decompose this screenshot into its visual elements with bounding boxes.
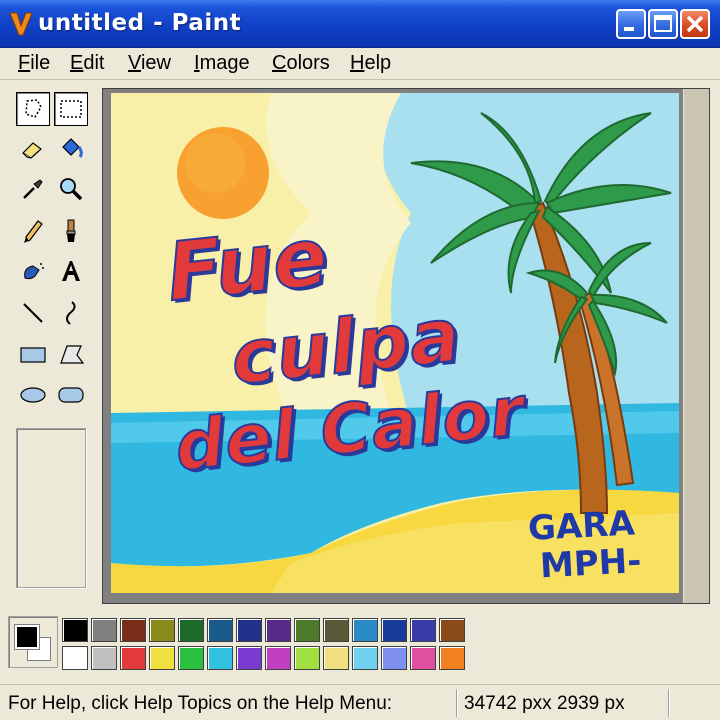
palette-swatch[interactable]	[91, 646, 117, 670]
text-icon	[62, 261, 80, 281]
paint-app-icon	[9, 12, 33, 36]
palette-swatch[interactable]	[149, 646, 175, 670]
tool-ellipse[interactable]	[16, 378, 50, 412]
menu-colors[interactable]: Colors	[272, 52, 330, 75]
palette-swatch[interactable]	[236, 618, 262, 642]
line-icon	[23, 303, 43, 323]
current-colors[interactable]	[8, 616, 58, 668]
minimize-button[interactable]	[616, 9, 646, 39]
palette-swatch[interactable]	[410, 618, 436, 642]
tool-select[interactable]	[54, 92, 88, 126]
airbrush-icon	[24, 263, 44, 280]
artist-signature: GARA MPH-	[527, 503, 643, 587]
palette-swatch[interactable]	[352, 646, 378, 670]
palette-swatch[interactable]	[91, 618, 117, 642]
palette-swatch[interactable]	[352, 618, 378, 642]
curve-icon	[66, 301, 76, 325]
menu-image[interactable]: Image	[194, 52, 250, 75]
status-coordinates: 34742 pxx 2939 px	[464, 693, 625, 714]
tool-polygon[interactable]	[54, 338, 88, 372]
palette-swatch[interactable]	[207, 618, 233, 642]
tool-text[interactable]	[54, 254, 88, 288]
tool-pick-color[interactable]	[16, 172, 50, 206]
palette-swatch[interactable]	[120, 646, 146, 670]
status-help-text: For Help, click Help Topics on the Help …	[8, 693, 393, 714]
close-button[interactable]	[680, 9, 710, 39]
color-palette	[6, 614, 714, 674]
status-bar: For Help, click Help Topics on the Help …	[0, 684, 720, 720]
foreground-color-swatch	[14, 624, 40, 650]
menu-edit[interactable]: Edit	[70, 52, 104, 75]
palette-swatch[interactable]	[265, 618, 291, 642]
palette-swatch[interactable]	[178, 646, 204, 670]
tool-eraser[interactable]	[16, 132, 50, 166]
tool-magnifier[interactable]	[54, 172, 88, 206]
status-separator	[456, 689, 458, 717]
window-title: untitled - Paint	[38, 10, 242, 36]
palette-swatch[interactable]	[236, 646, 262, 670]
fill-bucket-icon	[62, 138, 83, 158]
toolbox	[8, 88, 96, 600]
menu-help[interactable]: Help	[350, 52, 391, 75]
palette-swatch[interactable]	[439, 618, 465, 642]
polygon-icon	[60, 345, 85, 364]
tool-fill-bucket[interactable]	[54, 132, 88, 166]
brush-icon	[66, 219, 76, 242]
palette-swatch[interactable]	[323, 618, 349, 642]
maximize-button[interactable]	[648, 9, 678, 39]
tool-curve[interactable]	[54, 296, 88, 330]
canvas-area: Fue culpa del Calor GARA MPH-	[102, 88, 710, 604]
tool-pencil[interactable]	[16, 214, 50, 248]
palette-swatch[interactable]	[439, 646, 465, 670]
select-icon	[60, 100, 82, 118]
eraser-icon	[22, 142, 42, 159]
status-separator-2	[668, 689, 670, 717]
palette-swatch[interactable]	[323, 646, 349, 670]
rectangle-icon	[20, 347, 46, 363]
tool-rectangle[interactable]	[16, 338, 50, 372]
palette-swatch[interactable]	[62, 618, 88, 642]
menu-file[interactable]: File	[18, 52, 50, 75]
drawing-canvas[interactable]: Fue culpa del Calor GARA MPH-	[111, 93, 679, 593]
palette-swatch[interactable]	[207, 646, 233, 670]
palette-swatch[interactable]	[381, 618, 407, 642]
title-bar[interactable]: untitled - Paint	[0, 0, 720, 48]
close-icon	[686, 15, 704, 33]
maximize-icon	[654, 15, 672, 32]
slogan-line-1: Fue	[162, 209, 334, 320]
minimize-icon	[624, 27, 634, 31]
signature-line-2: MPH-	[539, 541, 643, 587]
ellipse-icon	[20, 387, 46, 403]
palette-swatch[interactable]	[294, 646, 320, 670]
tool-brush[interactable]	[54, 214, 88, 248]
palette-swatch[interactable]	[149, 618, 175, 642]
palette-swatch[interactable]	[62, 646, 88, 670]
menu-view[interactable]: View	[128, 52, 171, 75]
paint-window: untitled - Paint File Edit View Image Co…	[0, 0, 720, 720]
tool-free-form-select[interactable]	[16, 92, 50, 126]
tool-rounded-rectangle[interactable]	[54, 378, 88, 412]
vertical-scrollbar[interactable]	[683, 89, 709, 603]
pick-color-icon	[23, 179, 43, 199]
tool-airbrush[interactable]	[16, 254, 50, 288]
palette-swatch[interactable]	[294, 618, 320, 642]
palette-swatch[interactable]	[265, 646, 291, 670]
free-form-select-icon	[25, 99, 42, 118]
tool-line[interactable]	[16, 296, 50, 330]
palette-swatch[interactable]	[410, 646, 436, 670]
palette-swatch[interactable]	[178, 618, 204, 642]
magnifier-icon	[60, 178, 83, 201]
menu-bar: File Edit View Image Colors Help	[0, 48, 720, 80]
rounded-rectangle-icon	[58, 387, 84, 403]
palette-swatch[interactable]	[120, 618, 146, 642]
pencil-icon	[24, 220, 43, 243]
tool-options-box[interactable]	[16, 428, 86, 588]
palette-swatch[interactable]	[381, 646, 407, 670]
